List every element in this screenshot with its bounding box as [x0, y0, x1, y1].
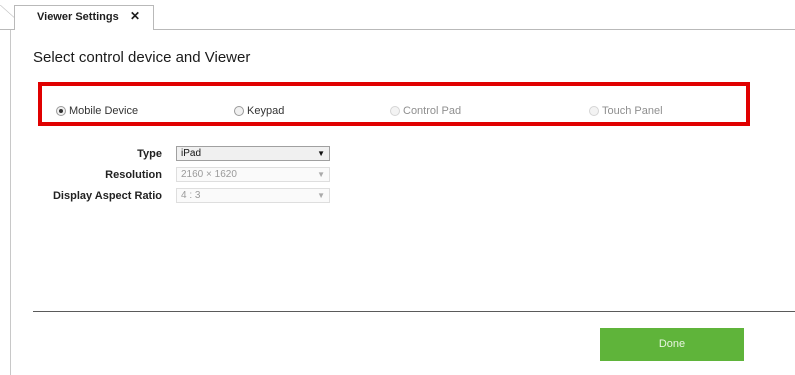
aspect-ratio-label: Display Aspect Ratio — [52, 190, 162, 202]
type-value: iPad — [181, 148, 202, 159]
resolution-value: 2160 × 1620 — [181, 169, 237, 180]
close-icon[interactable]: ✕ — [130, 9, 140, 23]
type-label: Type — [137, 148, 162, 160]
radio-label: Control Pad — [403, 105, 462, 117]
radio-keypad[interactable]: Keypad — [234, 105, 284, 117]
done-button[interactable]: Done — [600, 328, 744, 361]
divider — [33, 311, 795, 312]
type-select[interactable]: iPad ▼ — [176, 146, 330, 161]
radio-icon[interactable] — [390, 106, 400, 116]
radio-mobile-device[interactable]: Mobile Device — [56, 105, 138, 117]
radio-label: Keypad — [247, 105, 285, 117]
page-title: Select control device and Viewer — [33, 49, 251, 66]
chevron-down-icon[interactable]: ▼ — [317, 147, 325, 160]
tab-strip: Viewer Settings ✕ — [0, 0, 795, 30]
resolution-label: Resolution — [105, 169, 162, 181]
resolution-select[interactable]: 2160 × 1620 ▼ — [176, 167, 330, 182]
highlight-box — [38, 82, 750, 126]
aspect-ratio-value: 4 : 3 — [181, 190, 201, 201]
chevron-down-icon: ▼ — [317, 191, 325, 200]
tab-title[interactable]: Viewer Settings — [37, 11, 119, 23]
tab-baseline — [0, 29, 14, 30]
radio-icon[interactable] — [589, 106, 599, 116]
chevron-down-icon: ▼ — [317, 170, 325, 179]
radio-touch-panel[interactable]: Touch Panel — [589, 105, 663, 117]
tab-baseline — [153, 29, 795, 30]
panel-border — [10, 30, 11, 375]
aspect-ratio-select[interactable]: 4 : 3 ▼ — [176, 188, 330, 203]
radio-label: Mobile Device — [69, 105, 139, 117]
radio-selected-icon[interactable] — [56, 106, 66, 116]
radio-icon[interactable] — [234, 106, 244, 116]
radio-control-pad[interactable]: Control Pad — [390, 105, 461, 117]
radio-label: Touch Panel — [602, 105, 663, 117]
